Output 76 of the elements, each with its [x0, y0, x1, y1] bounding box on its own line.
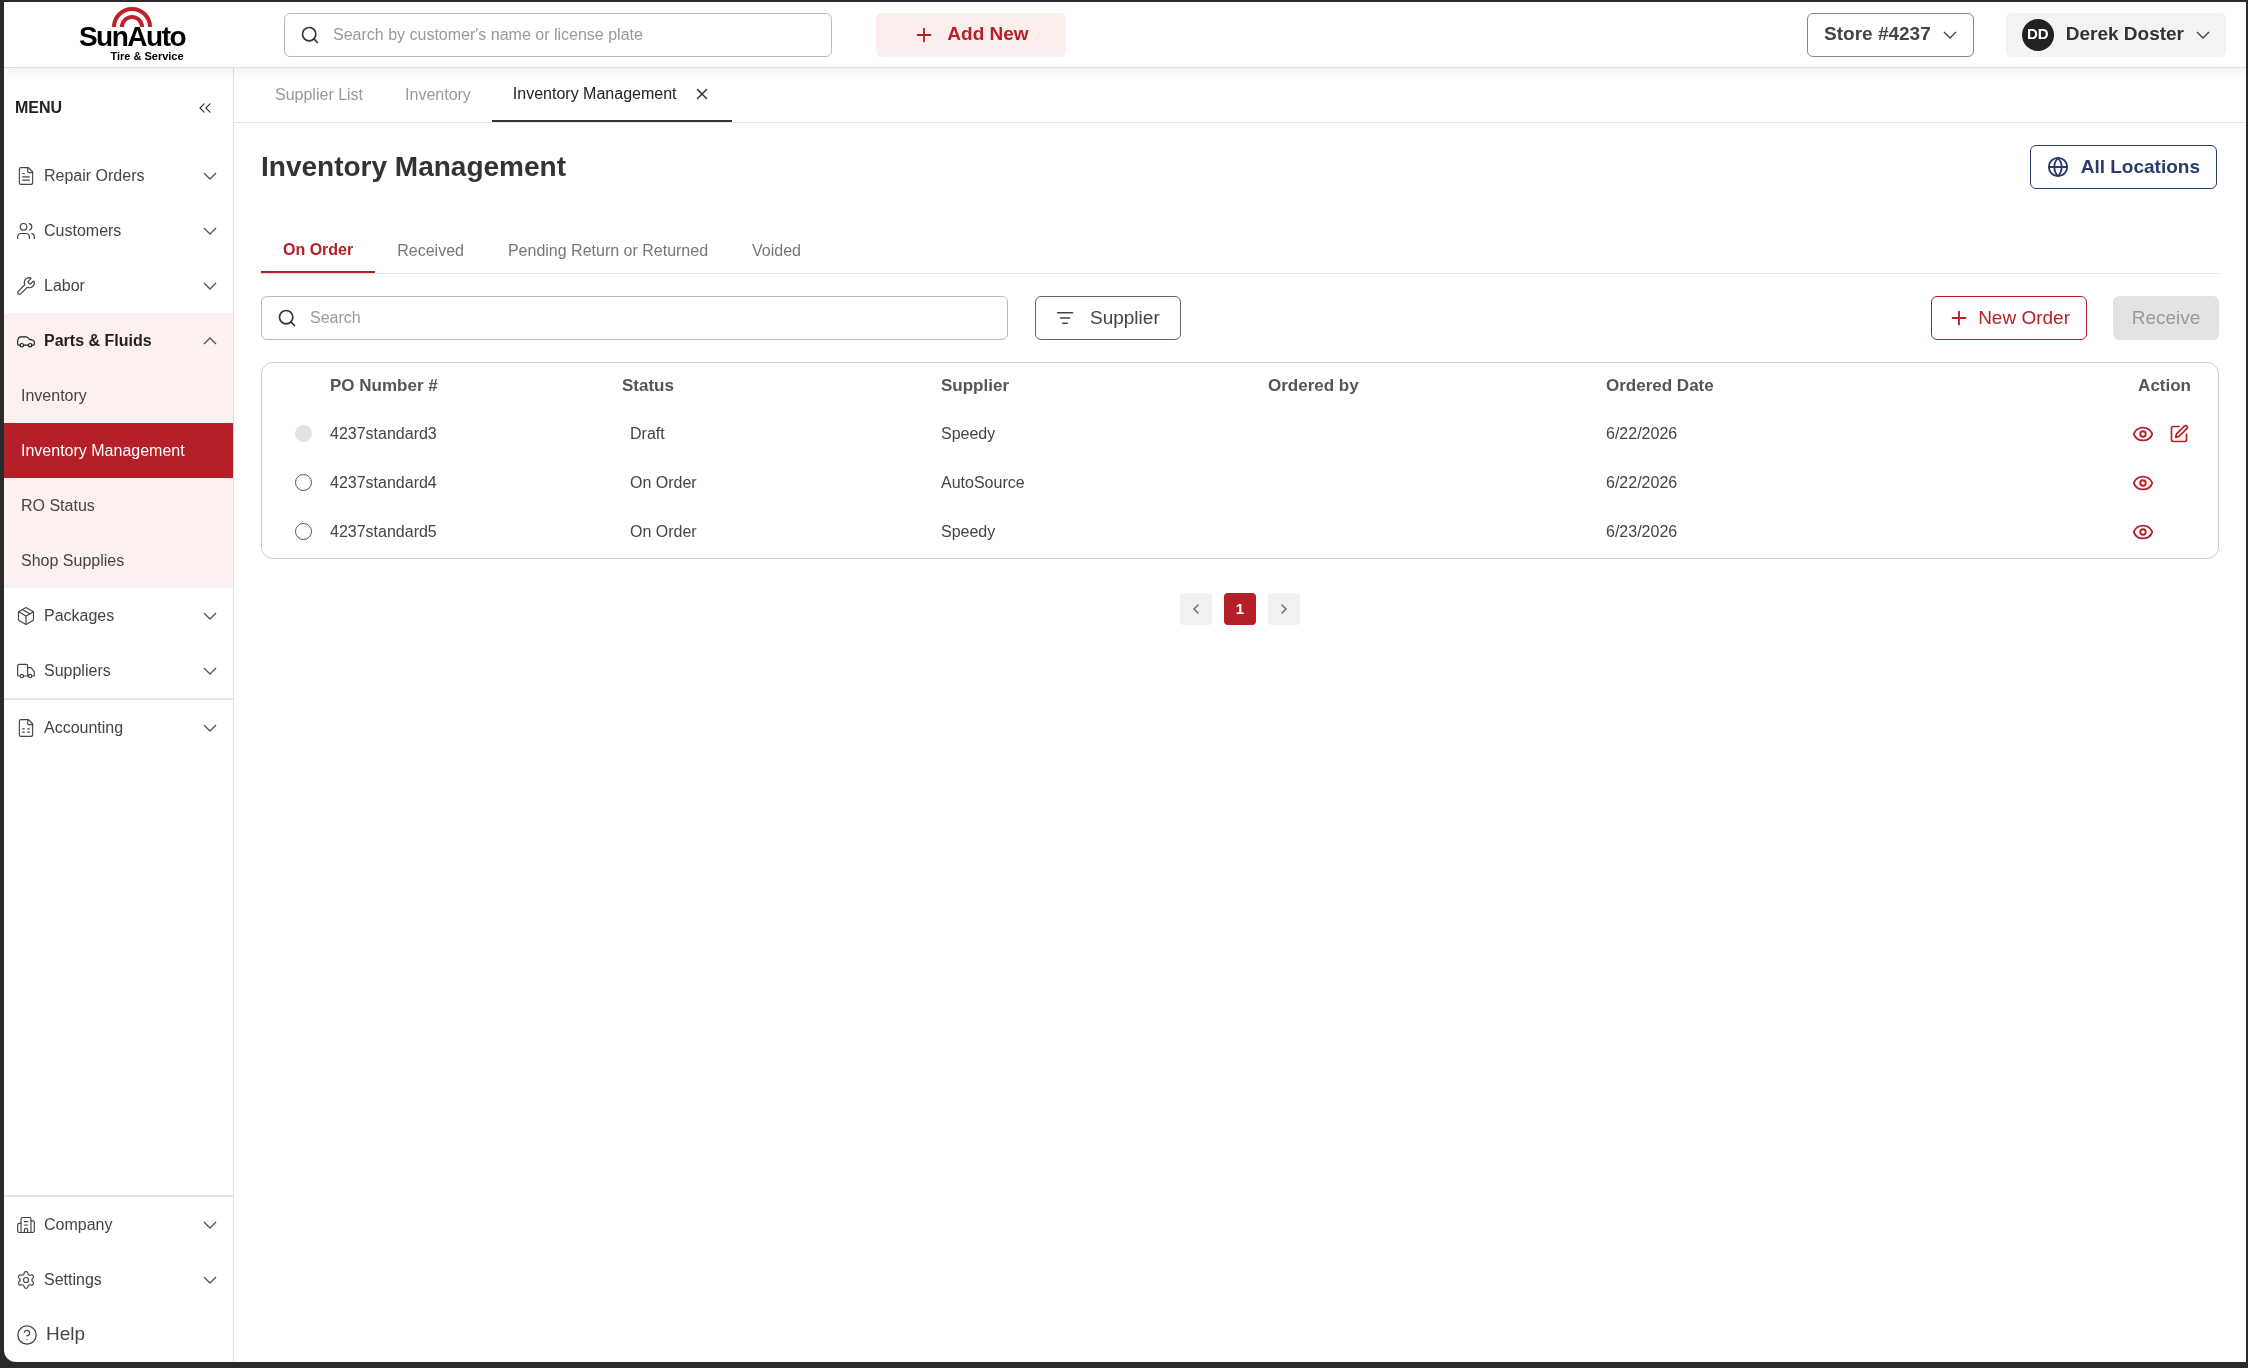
table-cell-text: Speedy: [941, 521, 997, 542]
chevron-icon: [203, 281, 217, 290]
row-radio[interactable]: [294, 474, 312, 491]
sidebar-item[interactable]: Packages: [4, 588, 233, 643]
search-field[interactable]: Search: [261, 296, 1008, 340]
table-cell-text: On Order: [629, 521, 698, 542]
chevron-icon: [203, 226, 217, 235]
row-radio[interactable]: [294, 523, 312, 540]
sidebar-item[interactable]: Parts & Fluids: [4, 313, 233, 368]
settings-icon: [16, 1269, 36, 1290]
table-cell-text: 4237standard3: [330, 423, 438, 444]
sidebar-item[interactable]: Settings: [4, 1252, 233, 1307]
add-new-button[interactable]: Add New: [876, 12, 1066, 57]
table-cell-text: 4237standard4: [330, 472, 438, 493]
chevron-icon: [203, 611, 217, 620]
sidebar-item[interactable]: Repair Orders: [4, 148, 233, 203]
status-tab[interactable]: Voided: [730, 229, 823, 273]
page-button[interactable]: 1: [1224, 593, 1256, 625]
all-locations-button[interactable]: All Locations: [2029, 145, 2217, 189]
chevron-icon: [203, 336, 217, 345]
search-icon: [277, 308, 297, 328]
supplier-filter-button[interactable]: Supplier: [1035, 296, 1181, 340]
help-icon: [16, 1323, 38, 1346]
building-icon: [16, 1214, 36, 1235]
sidebar-item[interactable]: Help: [4, 1307, 233, 1362]
globe-icon: [2046, 156, 2069, 178]
submenu-item[interactable]: Shop Supplies: [4, 533, 233, 588]
status-tab[interactable]: On Order: [261, 229, 376, 273]
table-cell-text: AutoSource: [941, 472, 1026, 493]
document-icon: [16, 717, 36, 738]
column-header: Supplier: [941, 375, 1010, 398]
column-header: Ordered Date: [1606, 375, 1715, 398]
table-cell-text: 6/22/2026: [1606, 472, 1679, 493]
sidebar-item[interactable]: Company: [4, 1197, 233, 1252]
new-order-button[interactable]: New Order: [1931, 296, 2087, 340]
chevron-icon: [203, 171, 217, 180]
chevron-icon: [203, 666, 217, 675]
user-menu[interactable]: DD Derek Doster: [2005, 12, 2226, 57]
document-icon: [16, 165, 36, 186]
column-header: Action: [2138, 375, 2192, 398]
sidebar-item[interactable]: Accounting: [4, 700, 233, 755]
search-icon: [300, 24, 320, 45]
sidebar-item[interactable]: Suppliers: [4, 643, 233, 698]
box-icon: [16, 605, 36, 626]
chevron-icon: [2196, 30, 2210, 39]
table-cell-text: Speedy: [941, 423, 997, 444]
logo-arc-icon: [110, 7, 154, 27]
chevron-icon: [203, 1275, 217, 1284]
chevron-icon: [203, 723, 217, 732]
column-header: Ordered by: [1268, 375, 1360, 398]
table-cell-text: 6/23/2026: [1606, 521, 1679, 542]
store-selector[interactable]: Store #4237: [1807, 12, 1974, 57]
sidebar-item[interactable]: Customers: [4, 203, 233, 258]
table-cell-text: 6/22/2026: [1606, 423, 1679, 444]
filter-icon: [1056, 309, 1074, 327]
user-avatar: DD: [2021, 18, 2054, 51]
sidebar-item[interactable]: Labor: [4, 258, 233, 313]
chevron-icon: [1942, 30, 1957, 39]
table-cell-text: Draft: [629, 423, 666, 444]
people-icon: [16, 220, 36, 241]
column-header: PO Number #: [330, 375, 439, 398]
wrench-icon: [16, 275, 36, 296]
page-title: Inventory Management: [261, 150, 566, 184]
search-field[interactable]: Search by customer's name or license plate: [284, 12, 832, 57]
chevron-icon: [203, 1220, 217, 1229]
submenu-item[interactable]: Inventory Management: [4, 423, 233, 478]
submenu-item[interactable]: Inventory: [4, 368, 233, 423]
status-tab[interactable]: Pending Return or Returned: [485, 229, 731, 273]
column-header: Status: [622, 375, 675, 398]
submenu-item[interactable]: RO Status: [4, 478, 233, 533]
logo[interactable]: SunAuto Tire & Service: [32, 7, 232, 62]
page-tab[interactable]: Inventory Management: [491, 67, 732, 122]
table-cell-text: On Order: [629, 472, 698, 493]
status-tab[interactable]: Received: [375, 229, 486, 273]
menu-title: MENU: [15, 98, 63, 118]
table-cell-text: 4237standard5: [330, 521, 438, 542]
